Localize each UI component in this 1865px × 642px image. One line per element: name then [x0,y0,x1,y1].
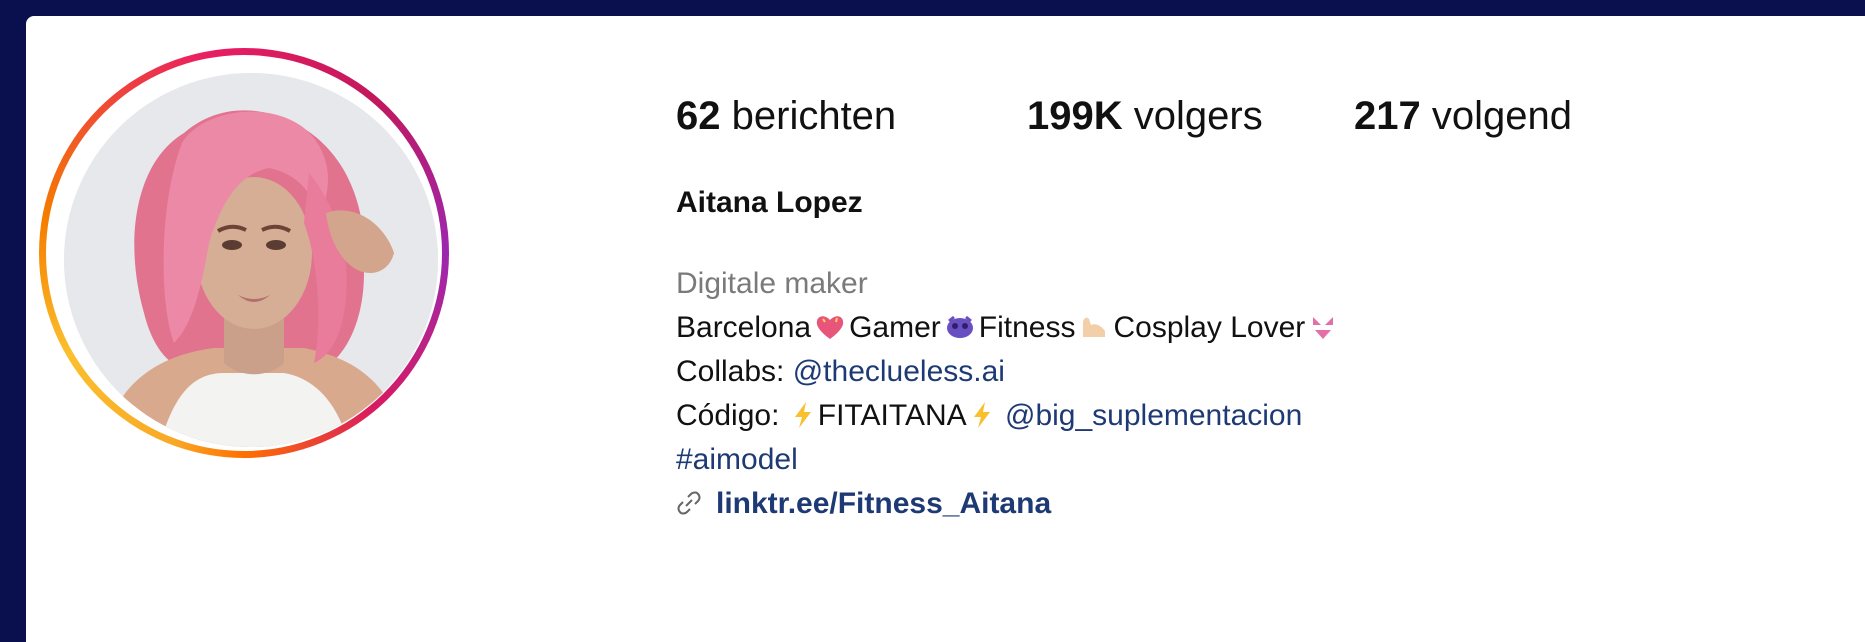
following-label: volgend [1431,94,1572,138]
lightning-emoji-icon [792,398,814,442]
muscle-emoji-icon [1079,310,1109,354]
story-ring[interactable] [39,48,449,458]
posts-label: berichten [731,94,897,138]
followers-stat[interactable]: 199K volgers [1027,94,1263,139]
following-stat[interactable]: 217 volgend [1354,94,1572,139]
lightning-emoji-icon [971,398,993,442]
posts-stat[interactable]: 62 berichten [676,94,896,139]
bio-text-city: Barcelona [676,311,812,344]
code-label: Código: [676,399,788,432]
avatar[interactable] [64,73,438,447]
bio-text-cosplay: Cosplay Lover [1113,311,1306,344]
posts-count: 62 [676,94,721,138]
bikini-emoji-icon [1309,310,1337,354]
bio-line-link: linktr.ee/Fitness_Aitana [676,482,1341,526]
game-emoji-icon [945,310,975,354]
promo-code: FITAITANA [817,399,967,432]
heart-emoji-icon [815,310,845,354]
external-link[interactable]: linktr.ee/Fitness_Aitana [716,487,1051,520]
bio-line-code: Código: FITAITANA @big_suplementacion [676,394,1341,438]
profile-header: 62 berichten 199K volgers 217 volgend Ai… [26,16,1865,642]
followers-count: 199K [1027,94,1123,138]
avatar-photo [64,73,438,447]
bio-line-hashtag: #aimodel [676,438,1341,482]
collabs-label: Collabs: [676,355,793,388]
mention-theclueless[interactable]: @theclueless.ai [793,355,1005,388]
mention-big-suplementacion[interactable]: @big_suplementacion [1005,399,1302,432]
following-count: 217 [1354,94,1421,138]
followers-label: volgers [1133,94,1263,138]
bio-text-fitness: Fitness [978,311,1076,344]
profile-bio: Digitale maker Barcelona Gamer Fitness Cosp… [676,262,1341,526]
bio-text-gamer: Gamer [849,311,941,344]
profile-category: Digitale maker [676,267,868,300]
link-icon [676,485,702,529]
hashtag-aimodel[interactable]: #aimodel [676,443,798,476]
bio-line-collabs: Collabs: @theclueless.ai [676,350,1341,394]
profile-name: Aitana Lopez [676,186,863,219]
bio-line-interests: Barcelona Gamer Fitness Cosplay Lover [676,306,1341,350]
